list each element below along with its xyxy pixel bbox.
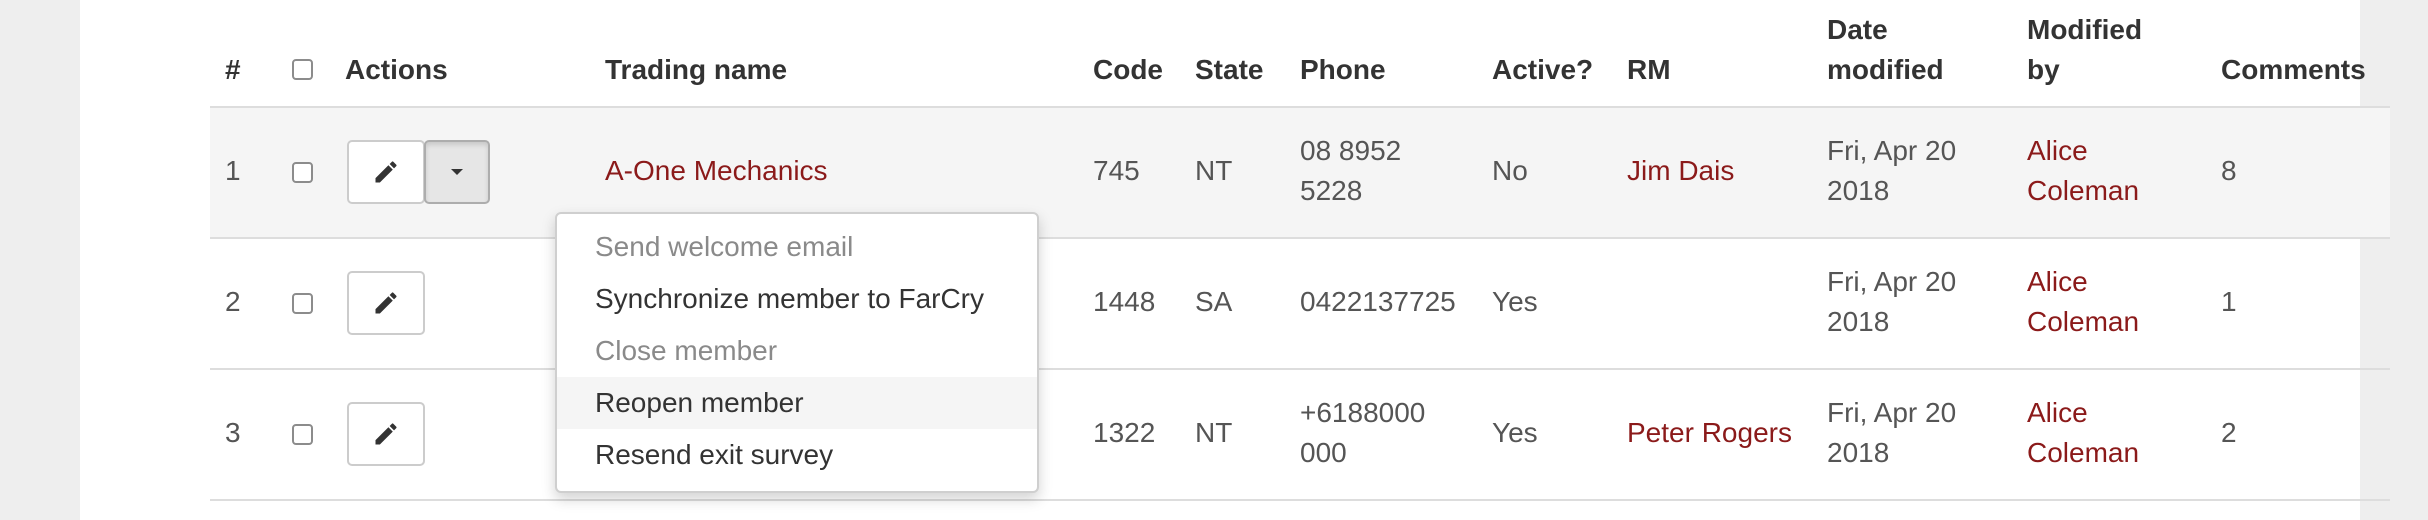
trading-name-link[interactable]: A-One Mechanics	[605, 151, 828, 191]
date-modified-cell: Fri, Apr 20 2018	[1827, 393, 1956, 473]
edit-button[interactable]	[347, 271, 425, 335]
menu-item-send-welcome-email[interactable]: Send welcome email	[557, 221, 1037, 273]
header-trading-name[interactable]: Trading name	[605, 50, 787, 90]
modified-by-link[interactable]: Alice Coleman	[2027, 393, 2139, 473]
row-number: 1	[225, 155, 241, 186]
phone-line1: +6188000	[1300, 397, 1426, 428]
row-actions-dropdown-toggle[interactable]	[424, 140, 490, 204]
code-cell: 1448	[1093, 286, 1156, 317]
modified-by-line1: Alice	[2027, 266, 2088, 297]
row-number: 2	[225, 286, 241, 317]
active-cell: Yes	[1492, 286, 1538, 317]
phone-cell: 0422137725	[1300, 286, 1456, 317]
active-cell: Yes	[1492, 417, 1538, 448]
header-date-modified[interactable]: Date modified	[1827, 10, 1944, 90]
rm-link[interactable]: Jim Dais	[1627, 151, 1734, 191]
row-checkbox[interactable]	[292, 162, 313, 183]
header-modified-by-line1: Modified	[2027, 14, 2143, 45]
table-row: 3 1322 NT +6188000 000 Yes Peter Rogers …	[210, 370, 2390, 501]
phone-cell: 08 8952 5228	[1300, 131, 1401, 211]
header-comments[interactable]: Comments	[2221, 50, 2366, 90]
pencil-icon	[375, 423, 397, 445]
state-cell: NT	[1195, 417, 1233, 448]
date-line2: 2018	[1827, 437, 1890, 468]
date-line2: 2018	[1827, 306, 1890, 337]
state-cell: SA	[1195, 286, 1233, 317]
date-line1: Fri, Apr 20	[1827, 397, 1957, 428]
date-modified-cell: Fri, Apr 20 2018	[1827, 262, 1956, 342]
modified-by-link[interactable]: Alice Coleman	[2027, 131, 2139, 211]
modified-by-line2: Coleman	[2027, 437, 2140, 468]
row-checkbox[interactable]	[292, 424, 313, 445]
comments-cell: 1	[2221, 286, 2237, 317]
date-line1: Fri, Apr 20	[1827, 135, 1957, 166]
table-row: 2 1448 SA 0422137725 Yes Fri, Apr 20 201…	[210, 239, 2390, 370]
edit-button[interactable]	[347, 402, 425, 466]
comments-cell: 8	[2221, 155, 2237, 186]
code-cell: 745	[1093, 155, 1140, 186]
active-cell: No	[1492, 155, 1528, 186]
date-line2: 2018	[1827, 175, 1890, 206]
header-state[interactable]: State	[1195, 50, 1263, 90]
rm-link[interactable]: Peter Rogers	[1627, 413, 1792, 453]
header-active[interactable]: Active?	[1492, 50, 1593, 90]
select-all-checkbox[interactable]	[292, 59, 313, 80]
modified-by-line1: Alice	[2027, 135, 2088, 166]
row-actions-dropdown-menu: Send welcome email Synchronize member to…	[555, 212, 1039, 493]
modified-by-line2: Coleman	[2027, 306, 2140, 337]
comments-cell: 2	[2221, 417, 2237, 448]
members-panel: # Actions Trading name Code State Phone …	[80, 0, 2390, 520]
table-header: # Actions Trading name Code State Phone …	[210, 0, 2390, 108]
date-modified-cell: Fri, Apr 20 2018	[1827, 131, 1956, 211]
state-cell: NT	[1195, 155, 1233, 186]
modified-by-line1: Alice	[2027, 397, 2088, 428]
table-row: 1 A-One Mechanics 745 NT 08 8952 5228 No…	[210, 108, 2390, 239]
header-actions: Actions	[345, 54, 448, 85]
header-phone[interactable]: Phone	[1300, 50, 1386, 90]
phone-line2: 5228	[1300, 175, 1363, 206]
menu-item-synchronize-to-farcry[interactable]: Synchronize member to FarCry	[557, 273, 1037, 325]
menu-item-resend-exit-survey[interactable]: Resend exit survey	[557, 429, 1037, 481]
phone-line2: 000	[1300, 437, 1347, 468]
date-line1: Fri, Apr 20	[1827, 266, 1957, 297]
modified-by-link[interactable]: Alice Coleman	[2027, 262, 2139, 342]
menu-item-close-member[interactable]: Close member	[557, 325, 1037, 377]
code-cell: 1322	[1093, 417, 1156, 448]
modified-by-line2: Coleman	[2027, 175, 2140, 206]
edit-button[interactable]	[347, 140, 425, 204]
header-number: #	[225, 54, 241, 85]
phone-cell: +6188000 000	[1300, 393, 1425, 473]
pencil-icon	[375, 161, 397, 183]
header-date-modified-line1: Date	[1827, 14, 1888, 45]
pencil-icon	[375, 292, 397, 314]
header-modified-by-line2: by	[2027, 54, 2060, 85]
caret-down-icon	[451, 169, 463, 175]
header-date-modified-line2: modified	[1827, 54, 1944, 85]
header-modified-by[interactable]: Modified by	[2027, 10, 2142, 90]
row-checkbox[interactable]	[292, 293, 313, 314]
row-number: 3	[225, 417, 241, 448]
menu-item-reopen-member[interactable]: Reopen member	[557, 377, 1037, 429]
phone-line1: 08 8952	[1300, 135, 1402, 166]
header-code[interactable]: Code	[1093, 50, 1163, 90]
header-rm[interactable]: RM	[1627, 50, 1671, 90]
